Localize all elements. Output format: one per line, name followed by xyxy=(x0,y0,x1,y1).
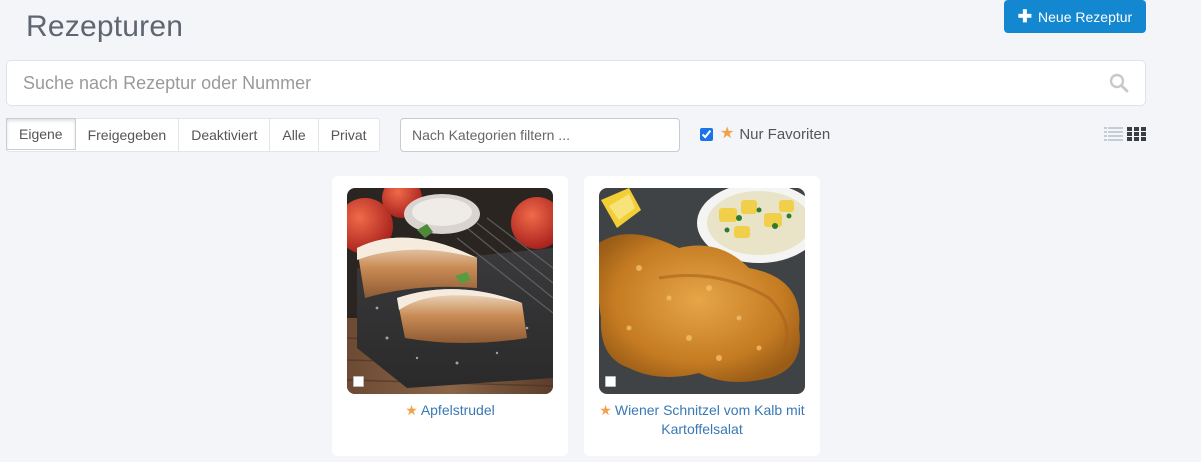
list-view-icon[interactable] xyxy=(1104,127,1123,141)
favorite-star-icon[interactable]: ★ xyxy=(405,402,418,418)
wiener-schnitzel-photo[interactable] xyxy=(599,188,805,394)
select-checkbox[interactable] xyxy=(353,376,364,387)
tab-eigene[interactable]: Eigene xyxy=(6,118,76,150)
grid-view-icon[interactable] xyxy=(1127,127,1146,141)
star-icon: ★ xyxy=(720,125,735,142)
search-icon[interactable] xyxy=(1109,73,1129,93)
tab-freigegeben[interactable]: Freigegeben xyxy=(76,119,180,151)
recipe-name[interactable]: ★ Wiener Schnitzel vom Kalb mit Kartoffel… xyxy=(592,401,812,439)
plus-icon: ✚ xyxy=(1017,7,1033,26)
apple-strudel-photo[interactable] xyxy=(347,188,553,394)
select-checkbox[interactable] xyxy=(605,376,616,387)
page-title: Rezepturen xyxy=(26,10,184,43)
new-recipe-label: Neue Rezeptur xyxy=(1038,8,1133,25)
favorites-filter[interactable]: ★ Nur Favoriten xyxy=(700,124,830,144)
favorite-star-icon[interactable]: ★ xyxy=(599,402,612,418)
recipe-card[interactable]: ★ Apfelstrudel xyxy=(332,176,568,456)
view-mode-toggle xyxy=(1104,127,1146,141)
tab-alle[interactable]: Alle xyxy=(270,119,319,151)
favorites-checkbox[interactable] xyxy=(700,127,713,141)
tab-deaktiviert[interactable]: Deaktiviert xyxy=(179,119,271,151)
search-input[interactable] xyxy=(23,72,1109,94)
ownership-tabs: Eigene Freigegeben Deaktiviert Alle Priv… xyxy=(6,118,380,152)
favorites-label: Nur Favoriten xyxy=(739,125,831,143)
tab-privat[interactable]: Privat xyxy=(319,119,379,151)
category-filter-input[interactable] xyxy=(400,118,680,152)
recipe-name[interactable]: ★ Apfelstrudel xyxy=(340,401,560,420)
recipe-card[interactable]: ★ Wiener Schnitzel vom Kalb mit Kartoffel… xyxy=(584,176,820,456)
new-recipe-button[interactable]: ✚ Neue Rezeptur xyxy=(1004,0,1146,33)
search-bar xyxy=(6,60,1146,106)
